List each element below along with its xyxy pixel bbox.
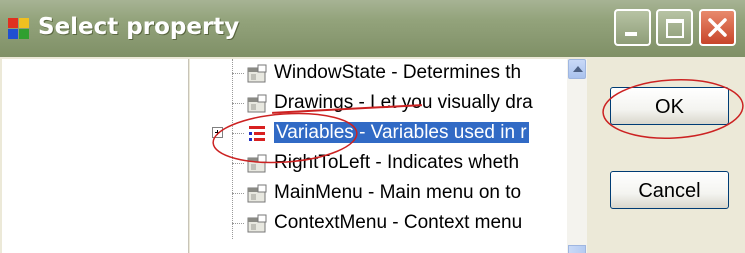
scroll-thumb[interactable] <box>568 245 586 253</box>
tree-item-contextmenu[interactable]: ContextMenu - Context menu <box>190 209 567 239</box>
scroll-up-arrow-icon[interactable] <box>568 59 586 79</box>
left-pane <box>2 59 189 253</box>
app-icon <box>8 18 30 40</box>
minimize-button[interactable] <box>614 9 651 46</box>
dialog-body: WindowState - Determines th Drawings - L… <box>0 57 745 253</box>
cancel-button[interactable]: Cancel <box>610 171 729 209</box>
property-icon <box>246 93 268 115</box>
tree-item-label: WindowState - Determines th <box>274 62 522 83</box>
minimize-icon <box>616 11 649 44</box>
ok-button[interactable]: OK <box>610 87 729 125</box>
maximize-button[interactable] <box>656 9 693 46</box>
tree-item-label: ContextMenu - Context menu <box>274 212 523 233</box>
close-button[interactable] <box>699 9 736 46</box>
property-icon <box>246 153 268 175</box>
tree-item-variables[interactable]: Variables - Variables used in r <box>190 119 567 149</box>
vertical-scrollbar[interactable] <box>567 59 587 253</box>
tree-item-righttoleft[interactable]: RightToLeft - Indicates wheth <box>190 149 567 179</box>
tree-item-windowstate[interactable]: WindowState - Determines th <box>190 59 567 89</box>
title-bar[interactable]: Select property <box>0 0 745 57</box>
close-icon <box>701 11 734 44</box>
tree-item-label: Variables - Variables used in r <box>274 122 529 143</box>
maximize-icon <box>658 11 691 44</box>
select-property-dialog: Select property WindowState - Determines… <box>0 0 745 253</box>
property-icon <box>246 63 268 85</box>
property-icon <box>246 183 268 205</box>
variables-list-icon <box>246 123 268 145</box>
window-title: Select property <box>38 14 240 40</box>
expand-icon[interactable] <box>212 127 223 138</box>
tree-item-label: MainMenu - Main menu on to <box>274 182 522 203</box>
tree-item-label: RightToLeft - Indicates wheth <box>274 152 520 173</box>
property-tree[interactable]: WindowState - Determines th Drawings - L… <box>190 59 567 253</box>
tree-item-mainmenu[interactable]: MainMenu - Main menu on to <box>190 179 567 209</box>
tree-item-drawings[interactable]: Drawings - Let you visually dra <box>190 89 567 119</box>
property-icon <box>246 213 268 235</box>
